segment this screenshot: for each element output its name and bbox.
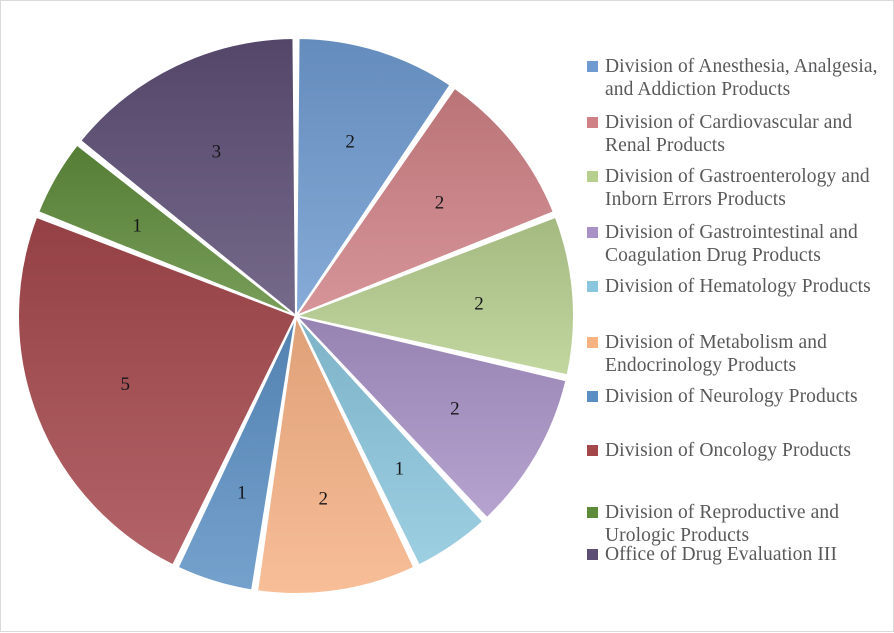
legend-color-swatch-icon: [587, 227, 598, 238]
legend-item-label: Division of Cardiovascular and Renal Pro…: [605, 112, 853, 156]
pie-chart-plot-area: 2 2 2 2 1 2 1 5 1 3: [1, 1, 581, 633]
legend-item[interactable]: Division of Oncology Products: [587, 439, 887, 462]
legend-color-swatch-icon: [587, 549, 598, 560]
pie-slice-value-label: 2: [345, 132, 355, 153]
legend-color-swatch-icon: [587, 61, 598, 72]
legend-color-swatch-icon: [587, 507, 598, 518]
legend-item[interactable]: Division of Cardiovascular and Renal Pro…: [587, 111, 887, 157]
pie-slice-value-label: 2: [474, 293, 484, 314]
legend-color-swatch-icon: [587, 171, 598, 182]
legend-item-label: Division of Reproductive and Urologic Pr…: [605, 502, 840, 546]
legend-item-label: Division of Oncology Products: [605, 440, 852, 461]
legend-item[interactable]: Division of Anesthesia, Analgesia, and A…: [587, 55, 887, 101]
legend-item[interactable]: Division of Gastrointestinal and Coagula…: [587, 221, 887, 267]
chart-frame: 2 2 2 2 1 2 1 5 1 3 Division of Anesthesia, Analg…: [0, 0, 894, 632]
pie-slice-value-label: 1: [237, 482, 247, 503]
legend-item-label: Division of Hematology Products: [605, 276, 871, 297]
pie-slice-value-label: 5: [120, 374, 130, 395]
pie-slice-value-label: 2: [435, 193, 445, 214]
legend-item[interactable]: Division of Neurology Products: [587, 385, 887, 408]
pie-slice-value-label: 3: [212, 142, 222, 163]
pie-chart-svg: 2 2 2 2 1 2 1 5 1 3: [17, 37, 575, 595]
legend-item-label: Division of Gastrointestinal and Coagula…: [605, 222, 858, 266]
legend-item-label: Division of Metabolism and Endocrinology…: [605, 332, 827, 376]
legend-item-label: Division of Neurology Products: [605, 386, 858, 407]
legend-color-swatch-icon: [587, 337, 598, 348]
legend-item[interactable]: Office of Drug Evaluation III: [587, 543, 887, 566]
legend-item[interactable]: Division of Metabolism and Endocrinology…: [587, 331, 887, 377]
pie-slice-value-label: 1: [395, 459, 405, 480]
chart-legend: Division of Anesthesia, Analgesia, and A…: [587, 35, 892, 575]
legend-color-swatch-icon: [587, 117, 598, 128]
pie-slice-value-label: 2: [450, 399, 460, 420]
legend-color-swatch-icon: [587, 391, 598, 402]
legend-item-label: Division of Gastroenterology and Inborn …: [605, 166, 870, 210]
legend-item[interactable]: Division of Hematology Products: [587, 275, 887, 298]
legend-item-label: Division of Anesthesia, Analgesia, and A…: [605, 56, 878, 100]
legend-color-swatch-icon: [587, 281, 598, 292]
legend-item[interactable]: Division of Reproductive and Urologic Pr…: [587, 501, 887, 547]
legend-item[interactable]: Division of Gastroenterology and Inborn …: [587, 165, 887, 211]
pie-slice-value-label: 2: [319, 488, 329, 509]
pie-slice-value-label: 1: [132, 215, 142, 236]
legend-color-swatch-icon: [587, 445, 598, 456]
legend-item-label: Office of Drug Evaluation III: [605, 544, 838, 565]
